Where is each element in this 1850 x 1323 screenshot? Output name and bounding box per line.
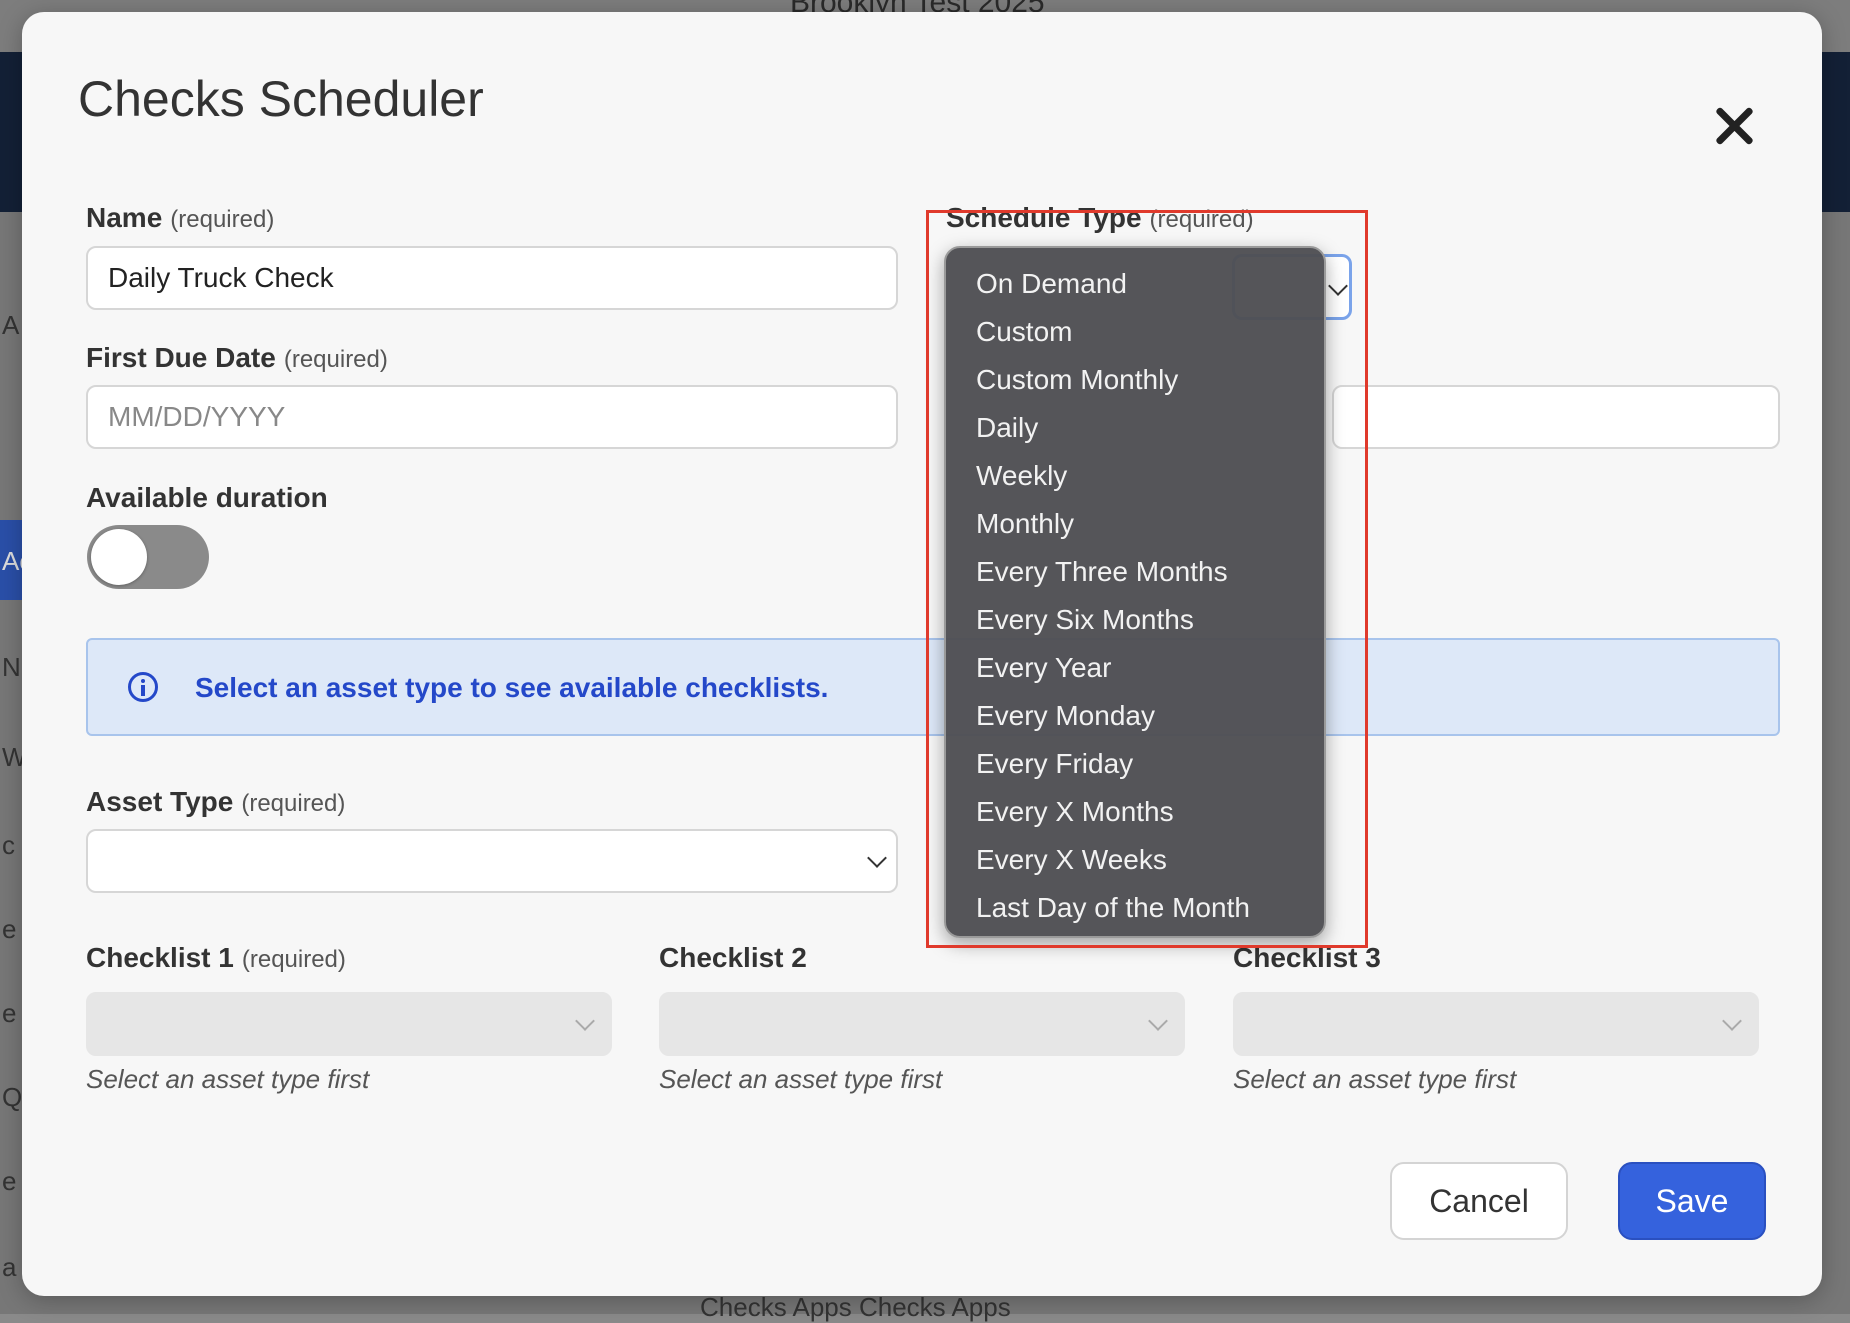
name-label: Name (required)	[86, 202, 274, 234]
checklist-1-label: Checklist 1 (required)	[86, 942, 346, 974]
cancel-button[interactable]: Cancel	[1390, 1162, 1568, 1240]
checklist-1-hint: Select an asset type first	[86, 1064, 370, 1094]
checklist-2-hint: Select an asset type first	[659, 1064, 943, 1094]
checklist-1-label-text: Checklist 1	[86, 942, 234, 973]
checklist-3-hint: Select an asset type first	[1233, 1064, 1517, 1094]
name-input[interactable]: Daily Truck Check	[86, 246, 898, 310]
first-due-date-placeholder: MM/DD/YYYY	[108, 401, 286, 432]
checks-scheduler-modal: Checks Scheduler Name (required) Daily Tr…	[22, 12, 1822, 1296]
checklist-2-label: Checklist 2	[659, 942, 815, 974]
required-tag: (required)	[283, 346, 388, 373]
schedule-detail-input[interactable]	[1332, 385, 1780, 449]
first-due-date-input[interactable]: MM/DD/YYYY	[86, 385, 898, 449]
asset-type-label-text: Asset Type	[86, 786, 234, 817]
background-text: a	[2, 1252, 17, 1282]
available-duration-toggle[interactable]	[87, 525, 209, 589]
background-text: e	[2, 914, 17, 944]
info-icon	[128, 672, 158, 702]
background-text: e	[2, 998, 17, 1028]
available-duration-label: Available duration	[86, 482, 328, 513]
info-banner-text: Select an asset type to see available ch…	[195, 672, 829, 703]
checklist-2-select[interactable]	[659, 992, 1185, 1056]
name-input-value: Daily Truck Check	[108, 262, 334, 293]
first-due-date-label: First Due Date (required)	[86, 342, 388, 374]
required-tag: (required)	[241, 790, 346, 817]
name-label-text: Name	[86, 202, 163, 233]
first-due-date-label-text: First Due Date	[86, 342, 276, 373]
background-text: e	[2, 1166, 17, 1196]
background-bottom-text: Checks Apps Checks Apps	[700, 1292, 1011, 1322]
chevron-down-icon	[867, 848, 887, 868]
required-tag: (required)	[170, 206, 275, 233]
chevron-down-icon	[575, 1011, 595, 1031]
toggle-knob	[91, 529, 147, 585]
asset-type-select[interactable]	[86, 829, 898, 893]
modal-title: Checks Scheduler	[78, 71, 484, 127]
close-icon[interactable]	[1712, 104, 1756, 148]
checklist-3-select[interactable]	[1233, 992, 1759, 1056]
asset-type-label: Asset Type (required)	[86, 786, 345, 818]
checklist-1-select[interactable]	[86, 992, 612, 1056]
background-text: c	[2, 830, 15, 860]
save-button[interactable]: Save	[1618, 1162, 1766, 1240]
checklist-2-label-text: Checklist 2	[659, 942, 807, 973]
chevron-down-icon	[1148, 1011, 1168, 1031]
required-tag: (required)	[241, 946, 346, 973]
highlight-box	[926, 210, 1368, 948]
chevron-down-icon	[1722, 1011, 1742, 1031]
background-text: A	[2, 310, 20, 340]
background-text: N	[2, 652, 21, 682]
background-text: Q	[2, 1082, 23, 1112]
